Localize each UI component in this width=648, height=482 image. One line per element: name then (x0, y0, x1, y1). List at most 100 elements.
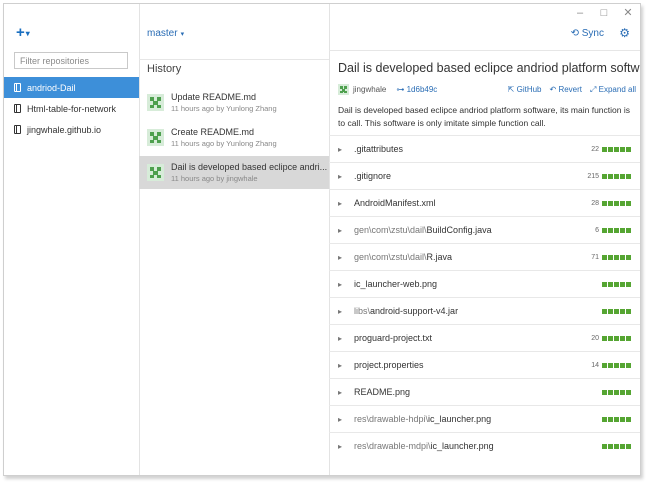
file-name: ic_launcher.png (430, 441, 494, 451)
file-name: AndroidManifest.xml (354, 198, 436, 208)
file-path: AndroidManifest.xml (354, 198, 436, 208)
file-path: libs\android-support-v4.jar (354, 306, 458, 316)
diffstat-bars (602, 335, 631, 341)
line-count: 28 (591, 199, 599, 207)
file-row[interactable]: ▸ AndroidManifest.xml 28 (329, 189, 640, 216)
file-row[interactable]: ▸ README.png (329, 378, 640, 405)
diffstat-bars (602, 227, 631, 233)
diffstat-block (608, 227, 613, 233)
repo-item-html-table-for-network[interactable]: Html-table-for-network (4, 98, 139, 119)
diffstat-block (614, 335, 619, 341)
file-path: gen\com\zstu\dail\BuildConfig.java (354, 225, 492, 235)
diffstat-block (614, 254, 619, 260)
repository-sidebar: +▾ andriod-Dail Html-table-for-network j… (4, 4, 140, 475)
expand-all-button[interactable]: ⤢ Expand all (590, 85, 636, 95)
file-row[interactable]: ▸ ic_launcher-web.png (329, 270, 640, 297)
diffstat-block (620, 443, 625, 449)
commit-description: Dail is developed based eclipce andriod … (338, 105, 630, 128)
file-row[interactable]: ▸ proguard-project.txt 20 (329, 324, 640, 351)
diffstat-block (614, 281, 619, 287)
diffstat-block (614, 416, 619, 422)
app-window: – □ ✕ +▾ andriod-Dail Html-table-for-net… (3, 3, 641, 476)
diffstat-block (614, 362, 619, 368)
file-row[interactable]: ▸ res\drawable-hdpi\ic_launcher.png (329, 405, 640, 432)
file-path: res\drawable-mdpi\ic_launcher.png (354, 441, 494, 451)
chevron-right-icon: ▸ (338, 414, 343, 424)
diffstat-block (608, 173, 613, 179)
commit-item[interactable]: Update README.md 11 hours ago by Yunlong… (139, 86, 329, 119)
diffstat-block (602, 335, 607, 341)
commit-sha: 1d6b49c (406, 85, 438, 94)
diffstat-block (614, 227, 619, 233)
chevron-right-icon: ▸ (338, 441, 343, 451)
diffstat-block (626, 389, 631, 395)
line-count: 215 (587, 172, 599, 180)
file-directory: res\drawable-hdpi\ (354, 414, 429, 424)
diffstat-block (608, 443, 613, 449)
diffstat-block (626, 146, 631, 152)
revert-button[interactable]: ↶ Revert (550, 85, 583, 95)
file-row[interactable]: ▸ .gitattributes 22 (329, 135, 640, 162)
chevron-right-icon: ▸ (338, 333, 343, 343)
file-diffstat (599, 308, 631, 314)
diffstat-block (626, 416, 631, 422)
chevron-right-icon: ▸ (338, 225, 343, 235)
file-diffstat: 20 (591, 335, 631, 342)
repo-label: andriod-Dail (27, 82, 76, 93)
plus-icon: + (16, 24, 25, 41)
file-row[interactable]: ▸ gen\com\zstu\dail\BuildConfig.java 6 (329, 216, 640, 243)
file-name: .gitignore (354, 171, 392, 181)
sync-button[interactable]: ⟲ Sync (571, 28, 604, 39)
commit-message: Dail is developed based eclipce andri... (171, 162, 328, 172)
diffstat-block (614, 443, 619, 449)
file-row[interactable]: ▸ project.properties 14 (329, 351, 640, 378)
diffstat-bars (602, 200, 631, 206)
file-name: proguard-project.txt (354, 333, 433, 343)
file-row[interactable]: ▸ gen\com\zstu\dail\R.java 71 (329, 243, 640, 270)
add-repository-button[interactable]: +▾ (16, 24, 30, 41)
diffstat-block (602, 362, 607, 368)
chevron-right-icon: ▸ (338, 279, 343, 289)
diffstat-block (614, 146, 619, 152)
diffstat-block (608, 254, 613, 260)
filter-repositories-input[interactable] (14, 52, 128, 69)
commit-message: Update README.md (171, 92, 257, 102)
diffstat-block (602, 281, 607, 287)
file-row[interactable]: ▸ res\drawable-mdpi\ic_launcher.png (329, 432, 640, 459)
divider (329, 50, 640, 51)
diffstat-block (626, 173, 631, 179)
chevron-right-icon: ▸ (338, 252, 343, 262)
repo-item-andriod-dail[interactable]: andriod-Dail (4, 77, 139, 98)
commit-author: jingwhale (353, 85, 387, 94)
file-diffstat (599, 443, 631, 449)
gear-icon[interactable]: ⚙ (619, 26, 630, 40)
file-diffstat: 71 (591, 254, 631, 261)
diffstat-block (608, 308, 613, 314)
diffstat-block (602, 389, 607, 395)
diffstat-block (602, 200, 607, 206)
repo-item-jingwhale-github-io[interactable]: jingwhale.github.io (4, 119, 139, 140)
commit-item[interactable]: Create README.md 11 hours ago by Yunlong… (139, 121, 329, 154)
branch-selector[interactable]: master ▾ (147, 28, 184, 39)
commit-detail-panel: ⟲ Sync ⚙ Dail is developed based eclipce… (329, 4, 640, 475)
diffstat-block (602, 146, 607, 152)
diffstat-block (608, 200, 613, 206)
file-diffstat: 215 (587, 173, 631, 180)
commit-item-selected[interactable]: Dail is developed based eclipce andri...… (139, 156, 329, 189)
diffstat-block (626, 335, 631, 341)
diffstat-block (602, 308, 607, 314)
sync-icon: ⟲ (570, 28, 579, 39)
file-diffstat (599, 389, 631, 395)
chevron-right-icon: ▸ (338, 144, 343, 154)
file-path: proguard-project.txt (354, 333, 432, 343)
file-row[interactable]: ▸ .gitignore 215 (329, 162, 640, 189)
commit-sha-link[interactable]: ⊶ 1d6b49c (396, 85, 437, 94)
chevron-right-icon: ▸ (338, 306, 343, 316)
diffstat-block (620, 281, 625, 287)
file-name: .gitattributes (354, 144, 404, 154)
diffstat-block (602, 254, 607, 260)
caret-down-icon: ▾ (25, 28, 30, 38)
file-row[interactable]: ▸ libs\android-support-v4.jar (329, 297, 640, 324)
github-link[interactable]: ⇱ GitHub (508, 85, 542, 95)
file-path: .gitattributes (354, 144, 403, 154)
